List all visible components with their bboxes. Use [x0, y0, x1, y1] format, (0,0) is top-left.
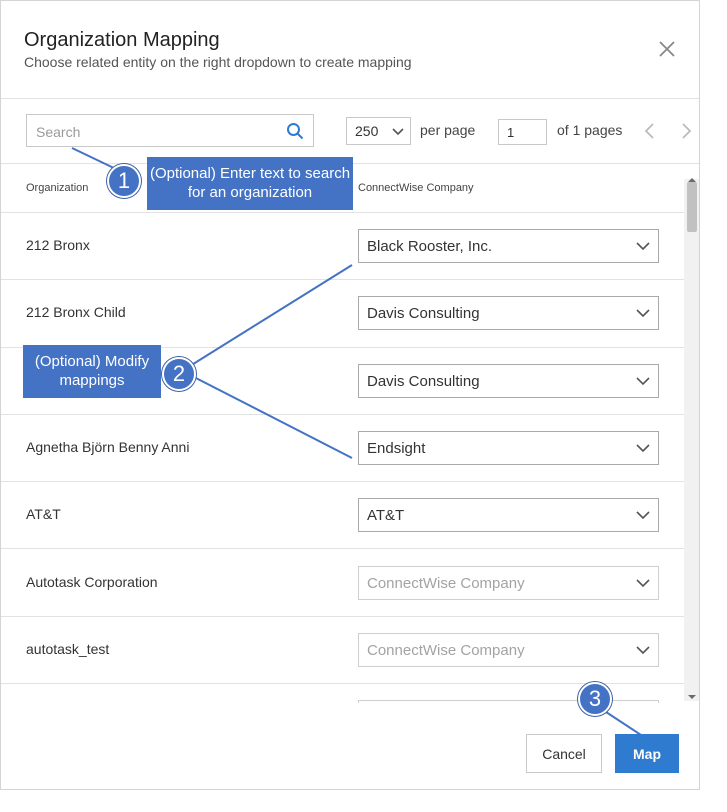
- chevron-down-icon: [636, 579, 650, 588]
- chevron-down-icon: [392, 128, 404, 136]
- chevron-down-icon: [636, 377, 650, 386]
- company-dropdown-value: Davis Consulting: [367, 373, 480, 390]
- row-organization: autotask_test: [26, 641, 110, 657]
- callout-search-hint: (Optional) Enter text to search for an o…: [147, 157, 353, 210]
- step-badge-1: 1: [107, 164, 141, 198]
- company-dropdown-value: AT&T: [367, 507, 405, 524]
- page-number-input[interactable]: [505, 124, 549, 141]
- row-divider: [1, 548, 684, 549]
- company-dropdown[interactable]: ConnectWise Company: [358, 566, 659, 600]
- step-badge-3: 3: [578, 682, 612, 716]
- page-count-label: of 1 pages: [557, 122, 623, 138]
- page-number-field[interactable]: [498, 119, 549, 145]
- row-divider: [1, 683, 684, 684]
- company-dropdown[interactable]: Davis Consulting: [358, 364, 659, 398]
- column-header-organization: Organization: [26, 182, 89, 194]
- company-dropdown[interactable]: ConnectWise Company: [358, 633, 659, 667]
- next-page-icon[interactable]: [677, 121, 695, 141]
- row-organization: 212 Bronx Child: [26, 304, 126, 320]
- company-dropdown-value: Endsight: [367, 440, 426, 457]
- chevron-down-icon: [636, 309, 650, 318]
- step-badge-2: 2: [162, 357, 196, 391]
- row-divider: [1, 414, 684, 415]
- per-page-select[interactable]: 250: [346, 117, 411, 145]
- chevron-down-icon: [636, 511, 650, 520]
- dialog-subtitle: Choose related entity on the right dropd…: [24, 54, 412, 70]
- header-divider: [1, 98, 699, 99]
- chevron-down-icon: [636, 646, 650, 655]
- row-organization: Autotask Corporation: [26, 574, 158, 590]
- prev-page-icon[interactable]: [641, 121, 659, 141]
- row-divider: [1, 616, 684, 617]
- callout-modify-mappings: (Optional) Modify mappings: [23, 345, 161, 398]
- row-divider: [1, 212, 684, 213]
- company-dropdown[interactable]: Black Rooster, Inc.: [358, 229, 659, 263]
- company-dropdown-value: Black Rooster, Inc.: [367, 238, 493, 255]
- per-page-label: per page: [420, 122, 476, 138]
- cancel-button[interactable]: Cancel: [526, 734, 602, 773]
- column-header-connectwise-company: ConnectWise Company: [358, 182, 474, 194]
- search-icon[interactable]: [286, 122, 304, 140]
- map-button[interactable]: Map: [615, 734, 679, 773]
- chevron-down-icon: [636, 242, 650, 251]
- row-organization: 212 Bronx: [26, 237, 90, 253]
- company-dropdown[interactable]: AT&T: [358, 498, 659, 532]
- per-page-value: 250: [355, 123, 379, 139]
- company-dropdown[interactable]: Endsight: [358, 431, 659, 465]
- company-dropdown-value: Davis Consulting: [367, 305, 480, 322]
- row-divider: [1, 481, 684, 482]
- chevron-down-icon: [636, 444, 650, 453]
- search-box[interactable]: [26, 114, 314, 147]
- search-input[interactable]: [34, 122, 278, 142]
- company-dropdown-placeholder: ConnectWise Company: [367, 642, 525, 659]
- row-organization: AT&T: [26, 506, 61, 522]
- company-dropdown-placeholder: ConnectWise Company: [367, 575, 525, 592]
- company-dropdown[interactable]: Davis Consulting: [358, 296, 659, 330]
- row-organization: Agnetha Björn Benny Anni: [26, 439, 190, 455]
- close-icon[interactable]: [655, 37, 679, 61]
- scrollbar-thumb[interactable]: [687, 182, 697, 232]
- company-dropdown-partial: [358, 700, 659, 703]
- dialog-title: Organization Mapping: [24, 29, 220, 51]
- scroll-down-arrow-icon[interactable]: [688, 695, 696, 699]
- row-divider: [1, 279, 684, 280]
- table-scrollbar[interactable]: [684, 178, 699, 701]
